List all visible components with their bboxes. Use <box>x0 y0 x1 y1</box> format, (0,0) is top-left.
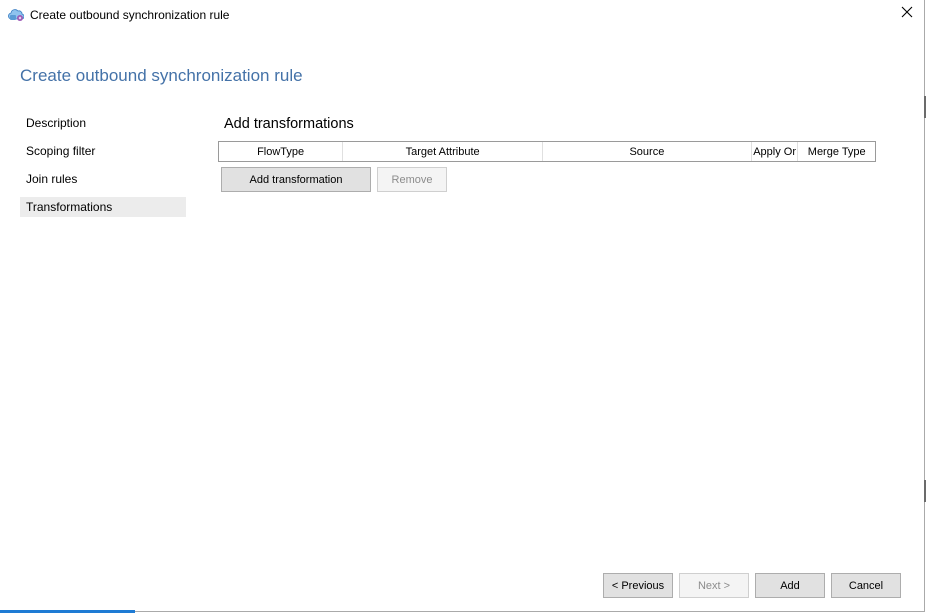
nav-item-scoping-filter[interactable]: Scoping filter <box>20 141 186 161</box>
remove-button[interactable]: Remove <box>377 167 447 192</box>
nav-item-label: Scoping filter <box>26 144 96 158</box>
dialog-window: Create outbound synchronization rule Cre… <box>0 0 925 612</box>
nav-item-description[interactable]: Description <box>20 113 186 133</box>
window-title: Create outbound synchronization rule <box>30 8 230 22</box>
nav-item-transformations[interactable]: Transformations <box>20 197 186 217</box>
column-header-merge-type[interactable]: Merge Type <box>798 142 875 161</box>
nav-item-label: Description <box>26 116 87 130</box>
wizard-nav: Description Scoping filter Join rules Tr… <box>20 113 186 225</box>
column-header-source[interactable]: Source <box>543 142 752 161</box>
next-button[interactable]: Next > <box>679 573 749 598</box>
section-title: Add transformations <box>224 116 354 132</box>
sync-service-app-icon <box>8 6 25 22</box>
page-title: Create outbound synchronization rule <box>20 66 303 85</box>
grid-header: FlowType Target Attribute Source Apply O… <box>219 142 875 161</box>
add-transformation-button[interactable]: Add transformation <box>221 167 371 192</box>
column-header-flowtype[interactable]: FlowType <box>219 142 344 161</box>
column-header-apply-once[interactable]: Apply Or <box>752 142 799 161</box>
close-icon <box>901 5 913 23</box>
title-bar: Create outbound synchronization rule <box>0 0 924 30</box>
transformations-grid[interactable]: FlowType Target Attribute Source Apply O… <box>218 141 876 162</box>
close-button[interactable] <box>894 2 920 26</box>
nav-item-label: Transformations <box>26 200 113 214</box>
nav-item-join-rules[interactable]: Join rules <box>20 169 186 189</box>
previous-button[interactable]: < Previous <box>603 573 673 598</box>
column-header-target-attribute[interactable]: Target Attribute <box>343 142 544 161</box>
cancel-button[interactable]: Cancel <box>831 573 901 598</box>
nav-item-label: Join rules <box>26 172 78 186</box>
add-button[interactable]: Add <box>755 573 825 598</box>
